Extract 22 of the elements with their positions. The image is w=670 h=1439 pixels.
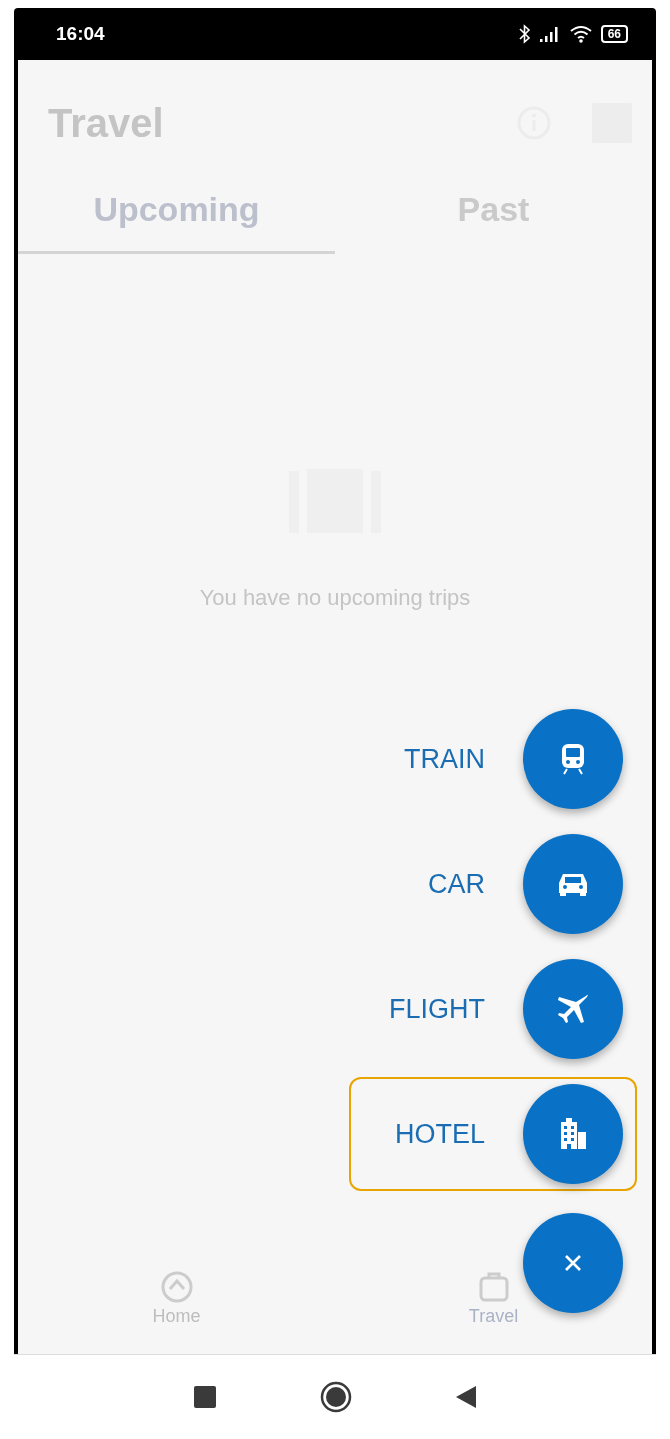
wifi-icon (568, 24, 593, 44)
battery-indicator: 66 (600, 25, 628, 43)
train-icon (559, 743, 587, 775)
airplane-icon (556, 992, 590, 1026)
close-icon (564, 1254, 582, 1272)
fab-option-button[interactable] (523, 1084, 623, 1184)
back-button[interactable] (456, 1386, 476, 1408)
fab-option-button[interactable] (523, 834, 623, 934)
home-icon (159, 1270, 194, 1304)
status-time: 16:04 (56, 23, 105, 45)
signal-icon (538, 25, 561, 43)
fab-option-label[interactable]: HOTEL (394, 1118, 485, 1150)
close-button[interactable] (523, 1213, 623, 1313)
car-icon (556, 871, 590, 897)
fab-option-button[interactable] (523, 959, 623, 1059)
home-button[interactable] (320, 1381, 352, 1413)
building-icon (559, 1118, 587, 1150)
fab-option-label[interactable]: TRAIN (404, 743, 485, 775)
bluetooth-icon (518, 24, 531, 44)
fab-option-button[interactable] (523, 709, 623, 809)
fab-option-label[interactable]: FLIGHT (389, 993, 485, 1025)
fab-option-label[interactable]: CAR (428, 868, 485, 900)
